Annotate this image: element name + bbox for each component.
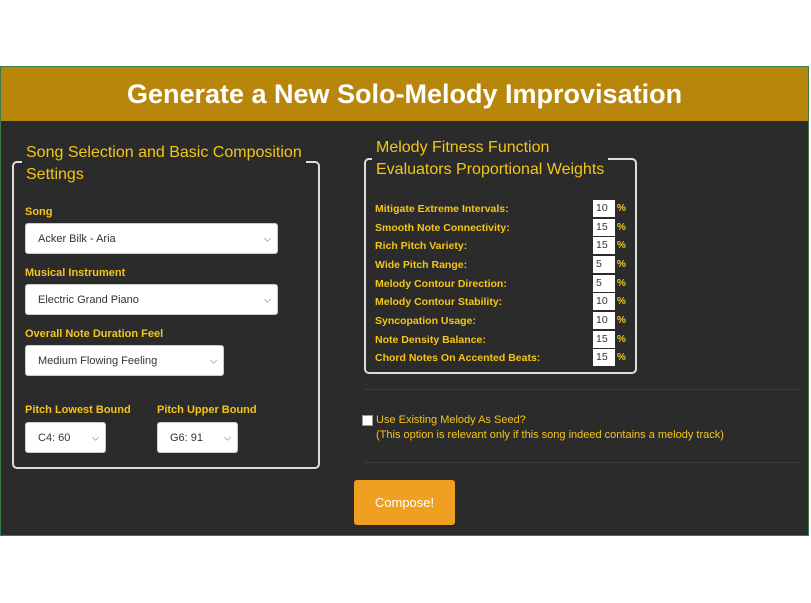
chevron-down-icon: ⌵ xyxy=(264,233,271,243)
compose-button[interactable]: Compose! xyxy=(354,480,455,525)
weight-label: Melody Contour Stability: xyxy=(375,296,503,308)
chevron-down-icon: ⌵ xyxy=(210,355,217,365)
weight-input[interactable]: 15 xyxy=(593,331,615,348)
percent-sign: % xyxy=(617,259,626,270)
percent-sign: % xyxy=(617,203,626,214)
weight-input[interactable]: 5 xyxy=(593,256,615,273)
chevron-down-icon: ⌵ xyxy=(92,432,99,442)
weight-row: Note Density Balance: 15 % xyxy=(375,331,635,349)
weight-label: Note Density Balance: xyxy=(375,334,486,346)
weight-label: Chord Notes On Accented Beats: xyxy=(375,352,541,364)
song-select[interactable]: Acker Bilk - Aria ⌵ xyxy=(25,223,278,254)
instrument-select[interactable]: Electric Grand Piano ⌵ xyxy=(25,284,278,315)
percent-sign: % xyxy=(617,334,626,345)
percent-sign: % xyxy=(617,222,626,233)
weight-row: Chord Notes On Accented Beats: 15 % xyxy=(375,349,635,367)
seed-option: Use Existing Melody As Seed? (This optio… xyxy=(376,413,724,443)
chevron-down-icon: ⌵ xyxy=(224,432,231,442)
weight-label: Smooth Note Connectivity: xyxy=(375,222,510,234)
weight-label: Syncopation Usage: xyxy=(375,315,476,327)
weight-row: Smooth Note Connectivity: 15 % xyxy=(375,219,635,237)
percent-sign: % xyxy=(617,315,626,326)
percent-sign: % xyxy=(617,352,626,363)
song-settings-legend: Song Selection and Basic Composition Set… xyxy=(22,142,306,186)
seed-note: (This option is relevant only if this so… xyxy=(376,429,724,441)
weight-row: Syncopation Usage: 10 % xyxy=(375,312,635,330)
weight-label: Mitigate Extreme Intervals: xyxy=(375,203,509,215)
weight-input[interactable]: 10 xyxy=(593,293,615,310)
pitch-high-label: Pitch Upper Bound xyxy=(157,404,257,416)
chevron-down-icon: ⌵ xyxy=(264,294,271,304)
instrument-label: Musical Instrument xyxy=(25,267,126,279)
page-header: Generate a New Solo-Melody Improvisation xyxy=(1,67,808,121)
weight-label: Rich Pitch Variety: xyxy=(375,240,468,252)
percent-sign: % xyxy=(617,240,626,251)
weight-row: Rich Pitch Variety: 15 % xyxy=(375,237,635,255)
weight-input[interactable]: 10 xyxy=(593,200,615,217)
duration-select[interactable]: Medium Flowing Feeling ⌵ xyxy=(25,345,224,376)
divider xyxy=(364,389,800,390)
page-title: Generate a New Solo-Melody Improvisation xyxy=(126,78,683,109)
duration-label: Overall Note Duration Feel xyxy=(25,328,164,340)
weight-row: Mitigate Extreme Intervals: 10 % xyxy=(375,200,635,218)
divider xyxy=(364,462,800,463)
pitch-low-select[interactable]: C4: 60 ⌵ xyxy=(25,422,106,453)
weight-row: Wide Pitch Range: 5 % xyxy=(375,256,635,274)
percent-sign: % xyxy=(617,278,626,289)
weight-input[interactable]: 15 xyxy=(593,219,615,236)
percent-sign: % xyxy=(617,296,626,307)
fitness-weights-legend: Melody Fitness Function Evaluators Propo… xyxy=(372,137,609,181)
weight-input[interactable]: 10 xyxy=(593,312,615,329)
pitch-high-select[interactable]: G6: 91 ⌵ xyxy=(157,422,238,453)
weight-row: Melody Contour Direction: 5 % xyxy=(375,275,635,293)
pitch-low-label: Pitch Lowest Bound xyxy=(25,404,131,416)
weight-input[interactable]: 5 xyxy=(593,275,615,292)
seed-label[interactable]: Use Existing Melody As Seed? xyxy=(376,414,526,426)
weight-label: Wide Pitch Range: xyxy=(375,259,468,271)
weight-input[interactable]: 15 xyxy=(593,237,615,254)
seed-checkbox[interactable] xyxy=(362,415,373,426)
song-label: Song xyxy=(25,206,53,218)
weight-row: Melody Contour Stability: 10 % xyxy=(375,293,635,311)
weight-label: Melody Contour Direction: xyxy=(375,278,507,290)
weight-input[interactable]: 15 xyxy=(593,349,615,366)
